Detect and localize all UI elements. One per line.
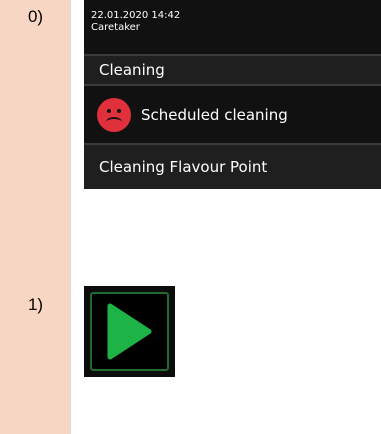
play-panel xyxy=(84,286,175,377)
timestamp: 22.01.2020 14:42 xyxy=(91,10,181,21)
status-header: 22.01.2020 14:42 Caretaker xyxy=(91,10,180,34)
play-button[interactable] xyxy=(90,292,169,371)
user-role: Caretaker xyxy=(91,22,140,33)
cleaning-flavour-point-item[interactable]: Cleaning Flavour Point xyxy=(84,145,381,189)
screen-title: Cleaning xyxy=(84,56,381,84)
play-icon xyxy=(107,303,152,360)
sad-face-icon xyxy=(97,97,131,132)
scheduled-cleaning-item[interactable]: Scheduled cleaning xyxy=(84,86,381,143)
step-label-0: 0) xyxy=(27,7,44,26)
step-label-1: 1) xyxy=(27,295,44,314)
scheduled-cleaning-label: Scheduled cleaning xyxy=(141,105,288,124)
step-column: 0) 1) xyxy=(0,0,71,434)
